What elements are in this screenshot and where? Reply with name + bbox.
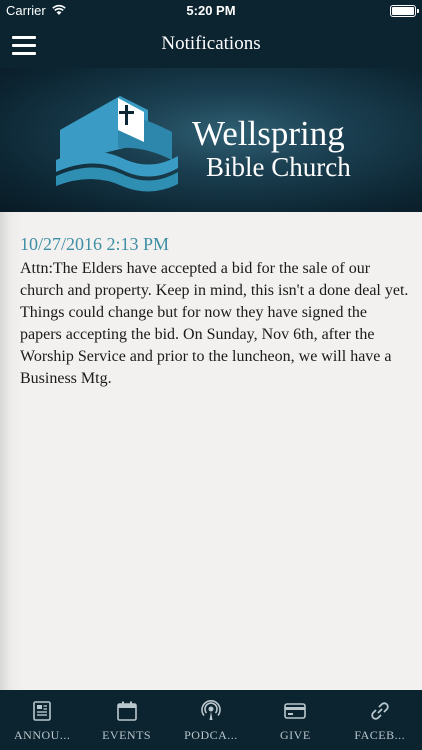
tab-label: ANNOU...: [14, 728, 71, 742]
tab-podcasts[interactable]: PODCA...: [173, 690, 249, 750]
clock: 5:20 PM: [186, 3, 236, 18]
tab-announcements[interactable]: ANNOU...: [4, 690, 80, 750]
notification-body: Attn:The Elders have accepted a bid for …: [20, 260, 409, 387]
tab-give[interactable]: GIVE: [257, 690, 333, 750]
battery-tip: [417, 9, 419, 13]
brand-line-2: Bible Church: [206, 152, 351, 182]
notification-date: 10/27/2016 2:13 PM: [20, 234, 170, 254]
tab-bar: ANNOU... EVENTS PODCA... GIVE FACEB...: [0, 690, 422, 750]
brand-line-1: Wellspring: [192, 114, 345, 153]
church-banner: Wellspring Bible Church: [0, 68, 422, 212]
podcast-icon: [173, 700, 249, 722]
tab-label: GIVE: [280, 728, 311, 742]
notification-content: 10/27/2016 2:13 PM Attn:The Elders have …: [0, 212, 422, 690]
battery-icon: [390, 5, 416, 17]
link-icon: [342, 700, 418, 722]
tab-events[interactable]: EVENTS: [89, 690, 165, 750]
church-brand: Wellspring Bible Church: [192, 114, 351, 183]
tab-label: FACEB...: [354, 728, 406, 742]
church-logo-icon: [56, 96, 178, 192]
page-title: Notifications: [161, 33, 261, 54]
navigation-bar: Notifications: [0, 22, 422, 68]
credit-card-icon: [257, 700, 333, 722]
tab-facebook[interactable]: FACEB...: [342, 690, 418, 750]
calendar-icon: [89, 700, 165, 722]
tab-label: PODCA...: [184, 728, 238, 742]
tab-label: EVENTS: [102, 728, 152, 742]
newspaper-icon: [4, 700, 80, 722]
status-bar: Carrier 5:20 PM: [0, 0, 422, 22]
